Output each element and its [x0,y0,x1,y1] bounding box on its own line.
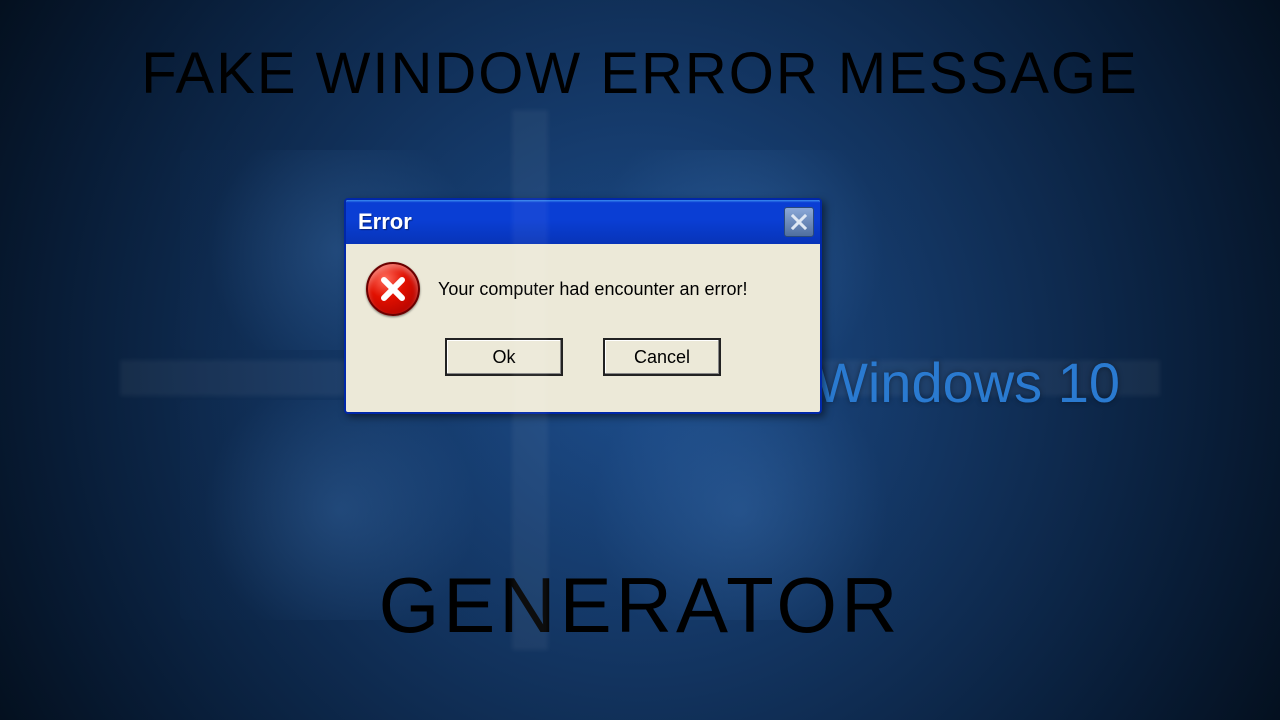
cancel-button[interactable]: Cancel [603,338,721,376]
error-icon [366,262,420,316]
dialog-title: Error [358,209,412,235]
dialog-button-row: Ok Cancel [346,324,820,392]
dialog-message: Your computer had encounter an error! [438,279,748,300]
error-dialog: Error Your computer had encounter an err… [344,198,822,414]
heading-top: FAKE WINDOW ERROR MESSAGE [0,40,1280,107]
dialog-titlebar[interactable]: Error [346,200,820,244]
brand-label: Windows 10 [815,350,1120,415]
wallpaper: FAKE WINDOW ERROR MESSAGE Windows 10 Err… [0,0,1280,720]
heading-bottom: GENERATOR [0,560,1280,651]
dialog-body: Your computer had encounter an error! [346,244,820,324]
ok-button[interactable]: Ok [445,338,563,376]
close-button[interactable] [784,207,814,237]
close-icon [791,214,807,230]
